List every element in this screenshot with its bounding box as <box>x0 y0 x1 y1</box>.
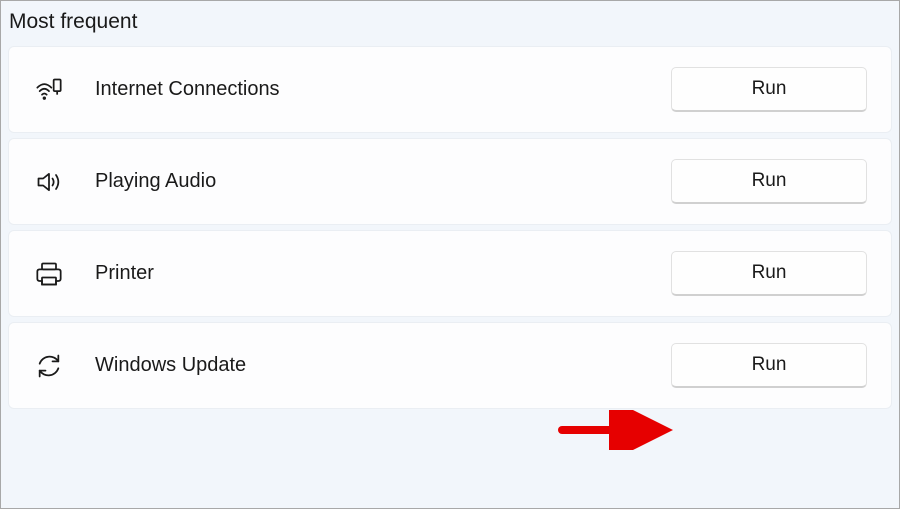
troubleshooter-label: Internet Connections <box>95 78 280 101</box>
audio-icon <box>33 166 65 198</box>
run-button-internet[interactable]: Run <box>671 67 867 112</box>
troubleshooter-item-audio: Playing Audio Run <box>8 138 892 225</box>
printer-icon <box>33 258 65 290</box>
troubleshooter-label: Windows Update <box>95 354 246 377</box>
troubleshooter-label: Playing Audio <box>95 170 216 193</box>
wifi-connections-icon <box>33 74 65 106</box>
troubleshooter-item-printer: Printer Run <box>8 230 892 317</box>
annotation-arrow <box>557 410 677 450</box>
troubleshooter-item-windows-update: Windows Update Run <box>8 322 892 409</box>
run-button-printer[interactable]: Run <box>671 251 867 296</box>
run-button-audio[interactable]: Run <box>671 159 867 204</box>
run-button-windows-update[interactable]: Run <box>671 343 867 388</box>
troubleshooter-item-internet: Internet Connections Run <box>8 46 892 133</box>
update-sync-icon <box>33 350 65 382</box>
section-title: Most frequent <box>1 1 899 46</box>
troubleshooter-label: Printer <box>95 262 154 285</box>
troubleshooter-list: Internet Connections Run Playing Audio R… <box>1 46 899 409</box>
